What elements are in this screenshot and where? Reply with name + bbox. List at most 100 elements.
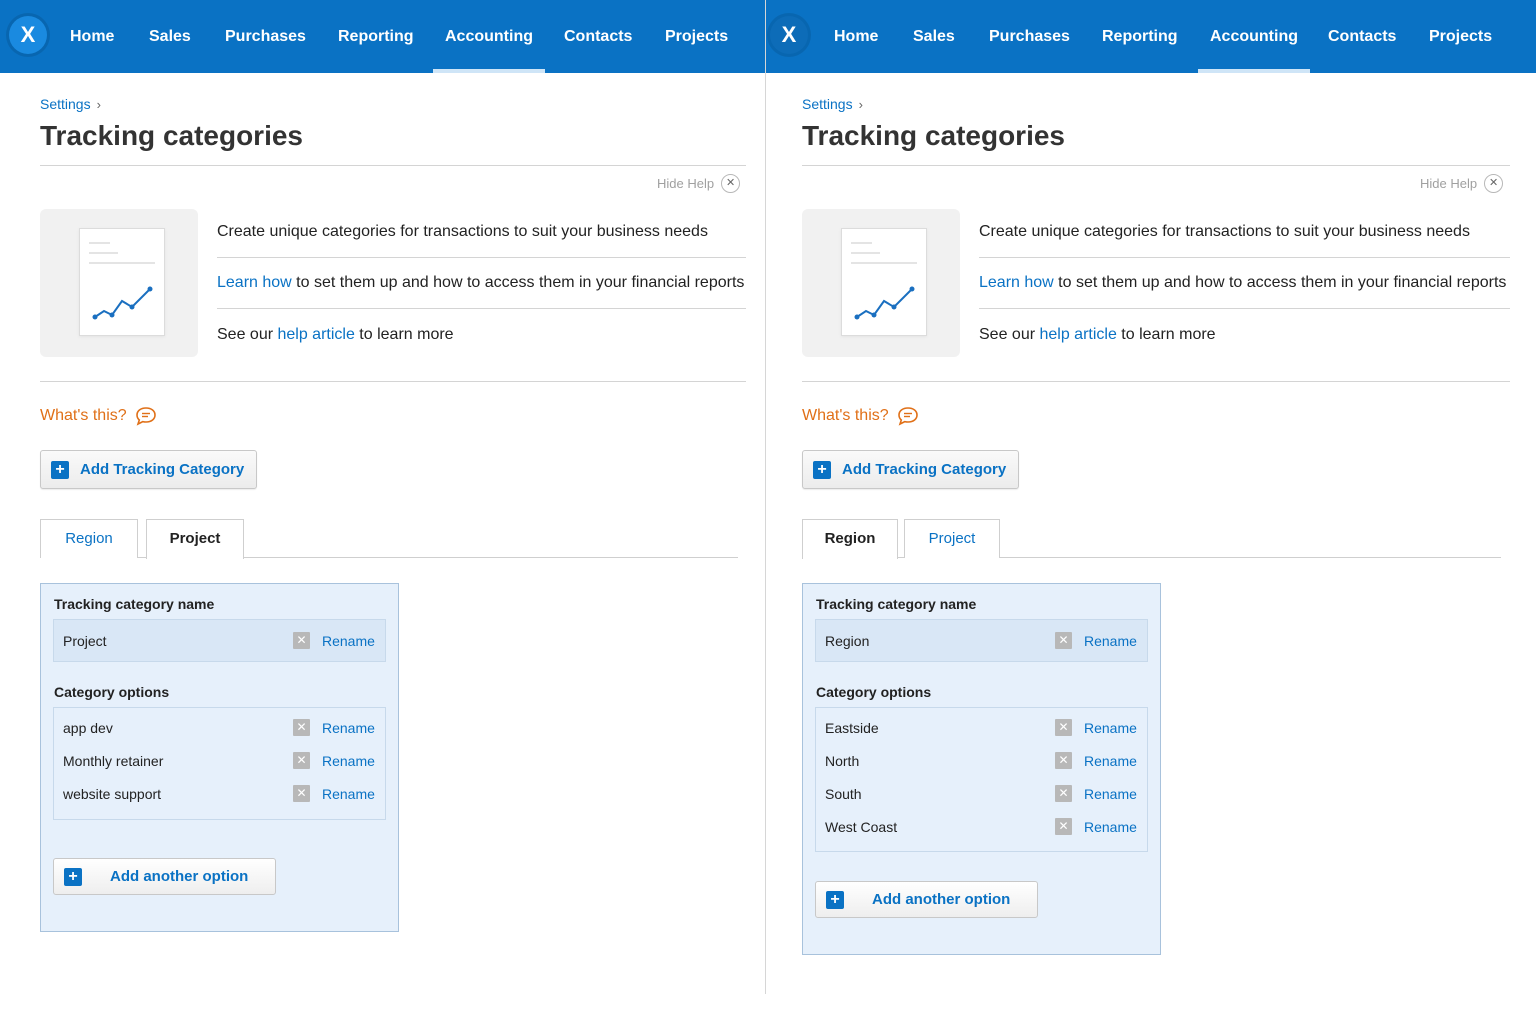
rename-link[interactable]: Rename: [322, 720, 375, 736]
delete-x-icon[interactable]: ✕: [1055, 752, 1072, 769]
category-name-value: Project: [63, 633, 107, 649]
delete-x-icon[interactable]: ✕: [1055, 632, 1072, 649]
document-chart-icon: [79, 228, 165, 336]
document-chart-icon: [841, 228, 927, 336]
nav-sales[interactable]: Sales: [913, 0, 955, 73]
whats-this-link[interactable]: What's this?: [802, 406, 919, 426]
nav-reporting[interactable]: Reporting: [338, 0, 414, 73]
category-options-label: Category options: [54, 684, 170, 700]
divider: [802, 165, 1510, 166]
rename-link[interactable]: Rename: [1084, 720, 1137, 736]
option-name: Monthly retainer: [63, 753, 164, 769]
divider: [979, 257, 1510, 258]
divider: [40, 381, 746, 382]
category-name-value: Region: [825, 633, 870, 649]
right-panel: X Home Sales Purchases Reporting Account…: [766, 0, 1536, 1024]
help-line-2-text: to set them up and how to access them in…: [1053, 274, 1507, 291]
whats-this-label: What's this?: [802, 407, 889, 424]
delete-x-icon[interactable]: ✕: [1055, 818, 1072, 835]
add-another-option-button[interactable]: + Add another option: [815, 881, 1038, 918]
divider: [40, 165, 746, 166]
nav-projects[interactable]: Projects: [1429, 0, 1492, 73]
close-circle-icon[interactable]: ✕: [1484, 174, 1504, 193]
help-line-3: See our help article to learn more: [979, 326, 1216, 344]
breadcrumb[interactable]: Settings ›: [40, 96, 101, 112]
tab-project[interactable]: Project: [904, 519, 1000, 558]
option-name: Eastside: [825, 720, 879, 736]
divider: [979, 308, 1510, 309]
option-name: website support: [63, 786, 162, 802]
top-nav: X Home Sales Purchases Reporting Account…: [766, 0, 1536, 73]
learn-how-link[interactable]: Learn how: [217, 274, 292, 291]
nav-home[interactable]: Home: [834, 0, 878, 73]
tab-region[interactable]: Region: [802, 519, 898, 559]
nav-projects[interactable]: Projects: [665, 0, 728, 73]
plus-icon: +: [51, 460, 69, 479]
delete-x-icon[interactable]: ✕: [293, 752, 310, 769]
rename-link[interactable]: Rename: [1084, 753, 1137, 769]
whats-this-link[interactable]: What's this?: [40, 406, 157, 426]
help-line-3-prefix: See our: [979, 326, 1040, 343]
nav-purchases[interactable]: Purchases: [225, 0, 306, 73]
help-line-1: Create unique categories for transaction…: [217, 223, 708, 240]
nav-accounting[interactable]: Accounting: [1198, 0, 1310, 73]
help-article-link[interactable]: help article: [277, 326, 354, 343]
rename-link[interactable]: Rename: [322, 753, 375, 769]
list-item: West Coast ✕ Rename: [816, 811, 1147, 844]
add-another-option-button[interactable]: + Add another option: [53, 858, 276, 895]
list-item: website support ✕ Rename: [54, 778, 385, 811]
nav-purchases[interactable]: Purchases: [989, 0, 1070, 73]
divider: [802, 381, 1510, 382]
close-circle-icon[interactable]: ✕: [721, 174, 741, 193]
add-tracking-category-button[interactable]: + Add Tracking Category: [40, 450, 258, 489]
tab-project[interactable]: Project: [146, 519, 244, 559]
help-illustration: [802, 209, 960, 357]
rename-link[interactable]: Rename: [322, 786, 375, 802]
nav-contacts[interactable]: Contacts: [1328, 0, 1396, 73]
nav-home[interactable]: Home: [70, 0, 114, 73]
category-options-list: app dev ✕ Rename Monthly retainer ✕ Rena…: [53, 707, 386, 820]
add-tracking-category-label: Add Tracking Category: [80, 461, 245, 478]
tab-region[interactable]: Region: [40, 519, 138, 558]
nav-contacts[interactable]: Contacts: [564, 0, 632, 73]
help-line-1: Create unique categories for transaction…: [979, 223, 1470, 240]
delete-x-icon[interactable]: ✕: [1055, 719, 1072, 736]
delete-x-icon[interactable]: ✕: [293, 632, 310, 649]
rename-link[interactable]: Rename: [1084, 633, 1137, 649]
category-options-label: Category options: [816, 684, 932, 700]
tracking-category-name-label: Tracking category name: [816, 596, 977, 612]
rename-link[interactable]: Rename: [1084, 819, 1137, 835]
breadcrumb[interactable]: Settings ›: [802, 96, 863, 112]
help-line-3: See our help article to learn more: [217, 326, 454, 344]
tracking-category-name-label: Tracking category name: [54, 596, 215, 612]
help-article-link[interactable]: help article: [1039, 326, 1116, 343]
chevron-right-icon: ›: [96, 97, 101, 112]
delete-x-icon[interactable]: ✕: [293, 719, 310, 736]
list-item: North ✕ Rename: [816, 745, 1147, 778]
nav-reporting[interactable]: Reporting: [1102, 0, 1178, 73]
hide-help-label: Hide Help: [1420, 176, 1478, 191]
hide-help-button[interactable]: Hide Help ✕: [1420, 174, 1504, 193]
add-tracking-category-button[interactable]: + Add Tracking Category: [802, 450, 1020, 489]
rename-link[interactable]: Rename: [322, 633, 375, 649]
help-line-2: Learn how to set them up and how to acce…: [217, 274, 744, 292]
chevron-right-icon: ›: [858, 97, 863, 112]
delete-x-icon[interactable]: ✕: [1055, 785, 1072, 802]
breadcrumb-settings[interactable]: Settings: [802, 96, 853, 112]
category-options-list: Eastside ✕ Rename North ✕ Rename South ✕…: [815, 707, 1148, 852]
help-line-3-suffix: to learn more: [354, 326, 454, 343]
learn-how-link[interactable]: Learn how: [979, 274, 1054, 291]
speech-bubble-icon: [897, 407, 918, 426]
add-another-option-label: Add another option: [110, 868, 249, 885]
breadcrumb-settings[interactable]: Settings: [40, 96, 91, 112]
hide-help-label: Hide Help: [657, 176, 715, 191]
nav-sales[interactable]: Sales: [149, 0, 191, 73]
speech-bubble-icon: [135, 407, 156, 426]
hide-help-button[interactable]: Hide Help ✕: [657, 174, 741, 193]
xero-logo-icon[interactable]: X: [9, 16, 47, 54]
delete-x-icon[interactable]: ✕: [293, 785, 310, 802]
list-item: app dev ✕ Rename: [54, 712, 385, 745]
rename-link[interactable]: Rename: [1084, 786, 1137, 802]
nav-accounting[interactable]: Accounting: [433, 0, 545, 73]
xero-logo-icon[interactable]: X: [770, 16, 808, 54]
